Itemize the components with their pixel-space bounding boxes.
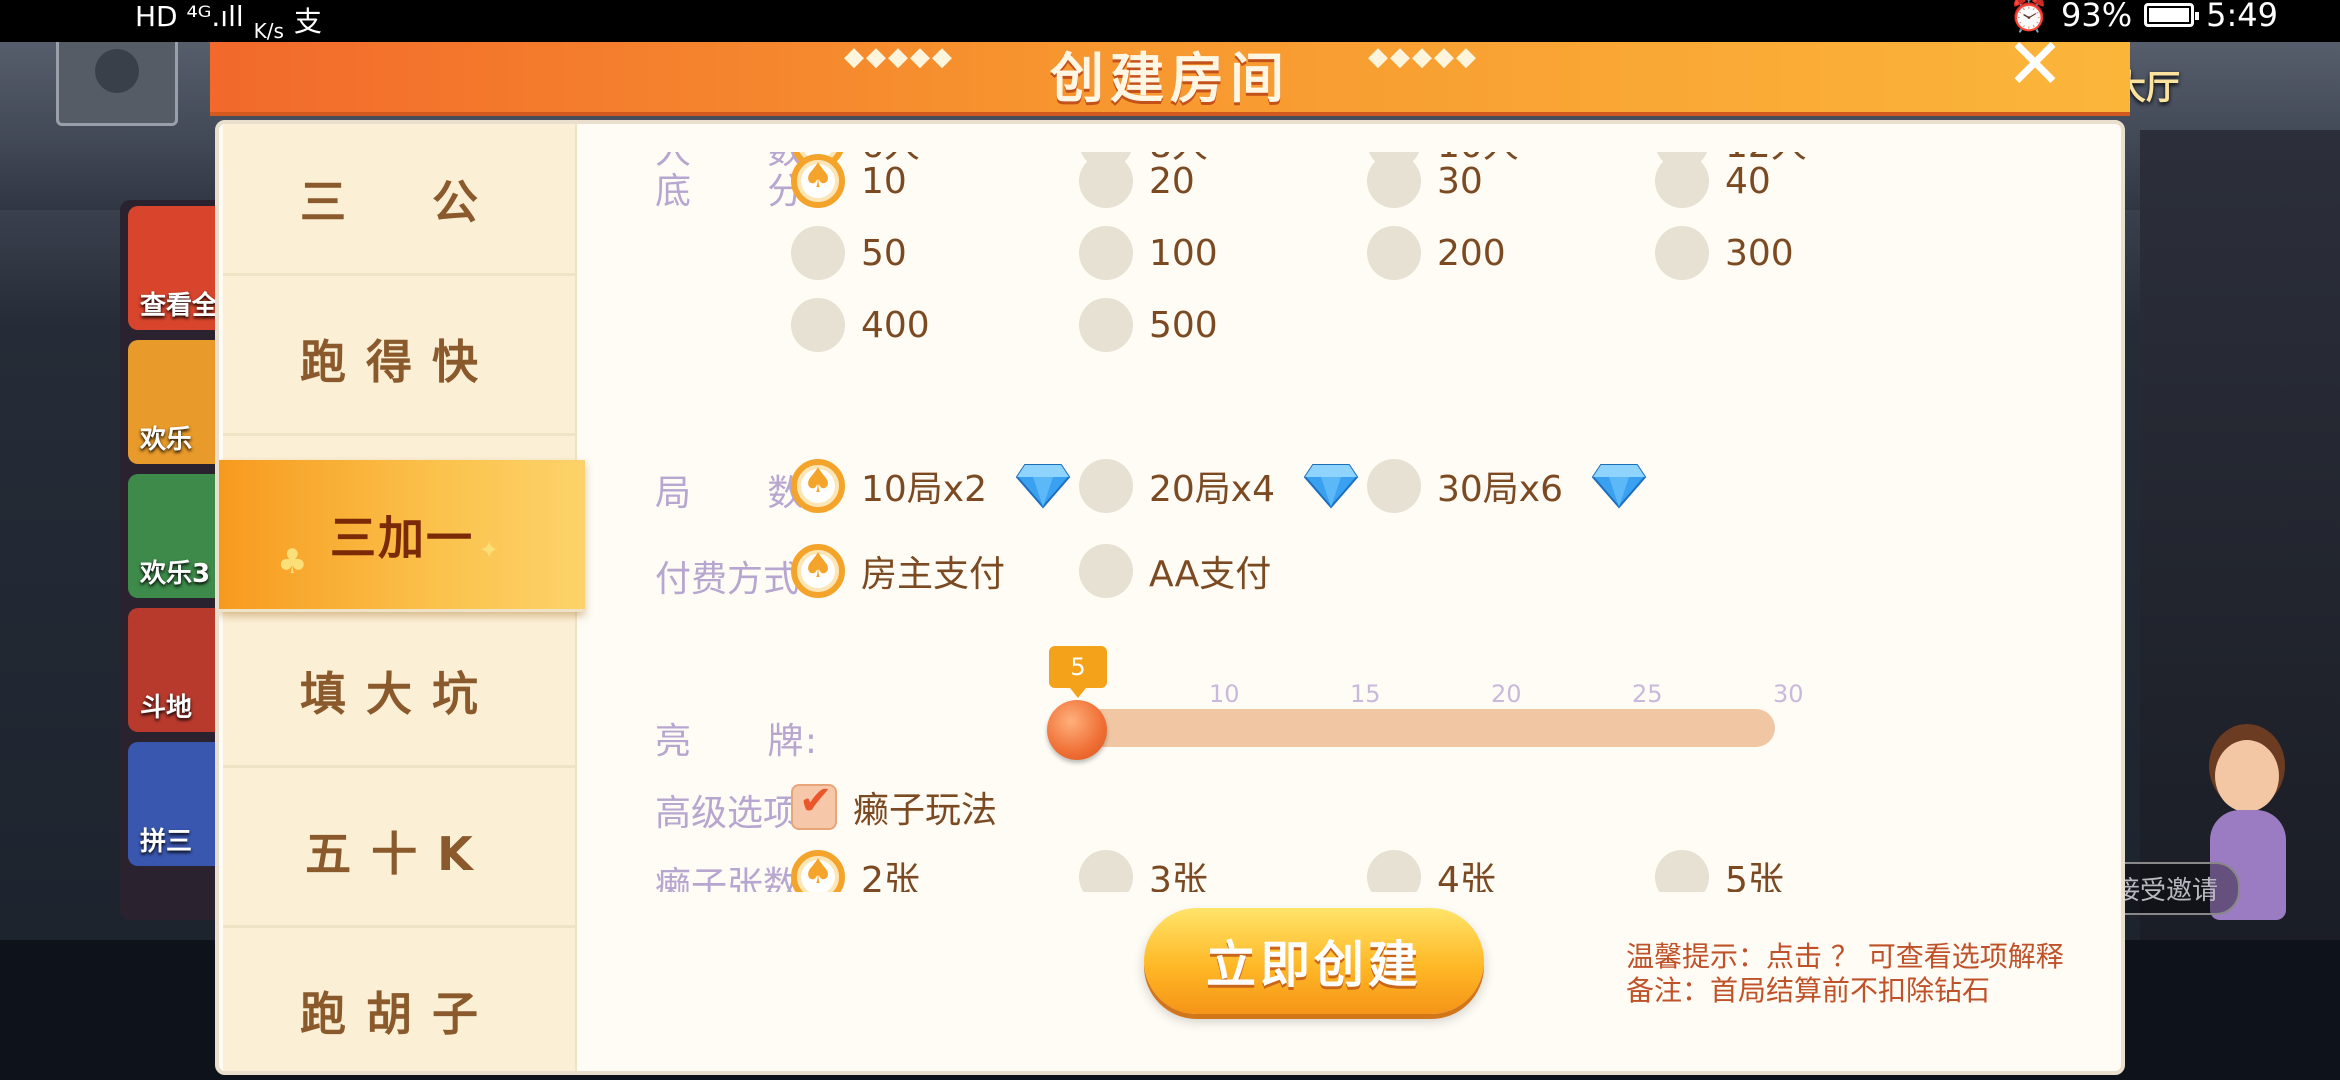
- base-score-option[interactable]: 30: [1367, 154, 1483, 208]
- club-icon: ♣: [277, 542, 310, 582]
- game-type-tabs: 三 公 跑得快 ♣ 三加一 ✦ 填大坑 五十K 跑胡子: [219, 124, 585, 1071]
- wild-count-option[interactable]: 4张: [1367, 850, 1496, 892]
- tab-wushik[interactable]: 五十K: [223, 776, 575, 928]
- network-speed: K/s: [253, 19, 284, 43]
- slider-tick: 10: [1209, 680, 1240, 708]
- slider-tick: 15: [1350, 680, 1381, 708]
- lobby-tile[interactable]: 欢乐3: [128, 474, 224, 598]
- base-score-option[interactable]: 20: [1079, 154, 1195, 208]
- alipay-icon: 支: [293, 5, 322, 38]
- rounds-option[interactable]: 30局x6: [1367, 459, 1647, 513]
- wild-count-option[interactable]: 2张: [791, 850, 920, 892]
- lobby-tile[interactable]: 拼三: [128, 742, 224, 866]
- tab-paodekuai[interactable]: 跑得快: [223, 284, 575, 436]
- diamond-icon: [1303, 463, 1359, 509]
- wild-count-label: 癞子张数:: [655, 865, 812, 892]
- base-score-option[interactable]: 200: [1367, 226, 1506, 280]
- advanced-label: 高级选项:: [655, 793, 812, 834]
- dialog-title: 创建房间: [1050, 47, 1290, 110]
- lobby-tile[interactable]: 查看全: [128, 206, 224, 330]
- base-score-option[interactable]: 40: [1655, 154, 1771, 208]
- diamond-icon: [1591, 463, 1647, 509]
- slider-tick: 20: [1491, 680, 1522, 708]
- reveal-label: 亮 牌:: [655, 721, 817, 762]
- title-decoration-right: ◆◆◆◆◆: [1368, 42, 1478, 72]
- reveal-slider-track[interactable]: [1059, 709, 1775, 747]
- base-score-option[interactable]: 300: [1655, 226, 1794, 280]
- tab-tiandakeng[interactable]: 填大坑: [223, 616, 575, 768]
- base-score-option[interactable]: 100: [1079, 226, 1218, 280]
- close-icon[interactable]: ✕: [2000, 29, 2070, 104]
- lobby-tile[interactable]: 欢乐: [128, 340, 224, 464]
- base-score-option[interactable]: 50: [791, 226, 907, 280]
- signal-icon: HD ⁴ᴳ.ıll: [135, 0, 244, 33]
- reveal-slider-handle[interactable]: [1047, 700, 1107, 760]
- status-bar: HD ⁴ᴳ.ıll K/s 支 ⏰ 93% 5:49: [0, 0, 2340, 42]
- rounds-option[interactable]: 20局x4: [1079, 459, 1359, 513]
- footer-notes: 温馨提示：点击 ？ 可查看选项解释 备注：首局结算前不扣除钻石: [1626, 940, 2064, 1008]
- tip-text: 温馨提示：点击 ？ 可查看选项解释: [1626, 940, 2064, 973]
- settings-panel: 人 数: 6人 8人 10人 12人 底 分: 10 20 30 40 50 1…: [575, 152, 2115, 892]
- alarm-icon: ⏰: [2009, 0, 2050, 34]
- create-now-button[interactable]: 立即创建: [1144, 908, 1484, 1014]
- note-text: 备注：首局结算前不扣除钻石: [1626, 974, 1991, 1007]
- tab-sanjiayi[interactable]: ♣ 三加一 ✦: [219, 460, 585, 612]
- diamond-icon: [1015, 463, 1071, 509]
- payment-option[interactable]: 房主支付: [791, 544, 1005, 598]
- payment-option[interactable]: AA支付: [1079, 544, 1271, 598]
- rounds-option[interactable]: 10局x2: [791, 459, 1071, 513]
- sparkle-icon: ✦: [479, 536, 502, 564]
- reveal-slider-value: 5: [1049, 646, 1107, 698]
- battery-icon: [2144, 3, 2200, 27]
- clock: 5:49: [2206, 0, 2278, 34]
- wild-count-option[interactable]: 3张: [1079, 850, 1208, 892]
- player-avatar[interactable]: [56, 36, 178, 126]
- slider-tick: 25: [1632, 680, 1663, 708]
- dialog-header: ◆◆◆◆◆ 创建房间 ◆◆◆◆◆ ✕: [210, 29, 2130, 116]
- tab-paohuzi[interactable]: 跑胡子: [223, 936, 575, 1071]
- payment-label: 付费方式:: [655, 559, 812, 600]
- base-score-option[interactable]: 500: [1079, 298, 1218, 352]
- base-score-option[interactable]: 400: [791, 298, 930, 352]
- base-score-option[interactable]: 10: [791, 154, 907, 208]
- wild-count-option[interactable]: 5张: [1655, 850, 1784, 892]
- slider-tick: 30: [1773, 680, 1804, 708]
- wild-mode-checkbox[interactable]: 癞子玩法: [791, 778, 997, 833]
- lobby-tile[interactable]: 斗地: [128, 608, 224, 732]
- battery-percent: 93%: [2061, 0, 2133, 34]
- tab-sangong[interactable]: 三 公: [223, 124, 575, 276]
